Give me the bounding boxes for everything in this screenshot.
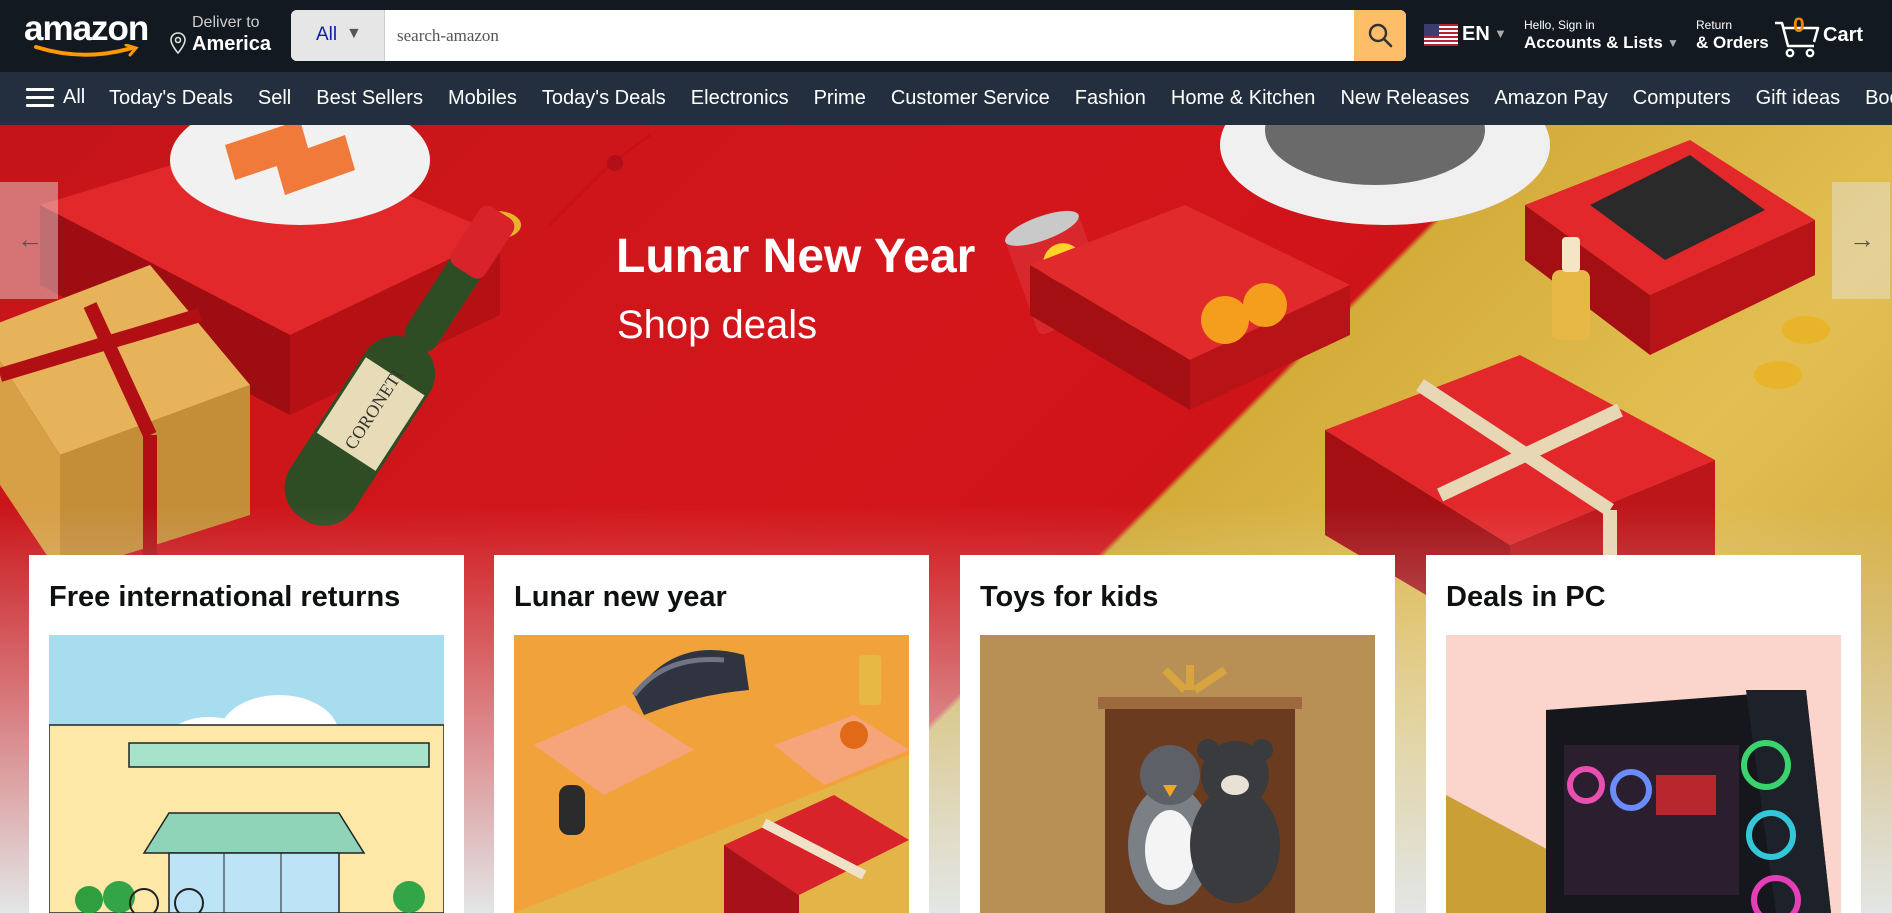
cart-count: 0 — [1793, 14, 1805, 37]
logo-text: amazon — [24, 9, 149, 48]
smile-arrow-icon — [34, 44, 139, 57]
card-deals-in-pc[interactable]: Deals in PC — [1426, 555, 1861, 913]
cart-label: Cart — [1823, 24, 1864, 46]
hero-subtitle[interactable]: Shop deals — [617, 303, 817, 348]
arrow-left-icon: ← — [17, 224, 43, 254]
returns-label: Return — [1696, 18, 1733, 32]
carousel-next-button[interactable]: → — [1832, 182, 1890, 299]
nav-item-prime[interactable]: Prime — [814, 87, 866, 110]
orders-label: & Orders — [1696, 33, 1769, 52]
nav-item-new-releases[interactable]: New Releases — [1340, 87, 1469, 110]
card-title[interactable]: Deals in PC — [1446, 581, 1606, 614]
storefront-image[interactable] — [49, 635, 444, 913]
search-button[interactable] — [1354, 10, 1406, 61]
nav-item-fashion[interactable]: Fashion — [1075, 87, 1146, 110]
nav-item-todays-deals[interactable]: Today's Deals — [109, 87, 233, 110]
nav-item-best-sellers[interactable]: Best Sellers — [316, 87, 423, 110]
card-lunar-new-year[interactable]: Lunar new year — [494, 555, 929, 913]
amazon-logo[interactable]: amazon — [24, 10, 154, 58]
toys-image[interactable] — [980, 635, 1375, 913]
search-icon — [1368, 23, 1393, 48]
nav-item-mobiles[interactable]: Mobiles — [448, 87, 517, 110]
main-nav: All Today's Deals Sell Best Sellers Mobi… — [0, 72, 1892, 125]
search-input[interactable] — [397, 10, 1297, 61]
account-menu[interactable]: Hello, Sign in Accounts & Lists ▼ — [1524, 16, 1684, 56]
nav-item-amazon-pay[interactable]: Amazon Pay — [1494, 87, 1607, 110]
nav-item-customer-service[interactable]: Customer Service — [891, 87, 1050, 110]
all-menu-label: All — [63, 86, 86, 108]
gaming-pc-image[interactable] — [1446, 635, 1841, 913]
nav-item-gift-ideas[interactable]: Gift ideas — [1756, 87, 1840, 110]
nav-item-computers[interactable]: Computers — [1633, 87, 1731, 110]
nav-item-sell[interactable]: Sell — [258, 87, 291, 110]
nav-item-electronics[interactable]: Electronics — [691, 87, 789, 110]
language-code: EN — [1462, 23, 1490, 45]
cart-button[interactable]: 0 Cart — [1774, 12, 1874, 60]
hamburger-menu-icon — [26, 87, 54, 109]
returns-orders[interactable]: Return & Orders — [1696, 16, 1776, 56]
search-category-label: All — [316, 24, 338, 45]
card-free-international-returns[interactable]: Free international returns — [29, 555, 464, 913]
card-toys-for-kids[interactable]: Toys for kids — [960, 555, 1395, 913]
language-dropdown-icon: ▼ — [1494, 26, 1507, 41]
search-bar: All ▼ — [291, 10, 1406, 61]
card-title[interactable]: Lunar new year — [514, 581, 727, 614]
nav-item-home-kitchen[interactable]: Home & Kitchen — [1171, 87, 1316, 110]
dropdown-arrow-icon: ▼ — [346, 25, 362, 42]
card-title[interactable]: Toys for kids — [980, 581, 1158, 614]
us-flag-icon — [1424, 24, 1458, 46]
nav-item-todays-deals-2[interactable]: Today's Deals — [542, 87, 666, 110]
deliver-label: Deliver to — [192, 14, 260, 31]
account-dropdown-icon: ▼ — [1667, 36, 1679, 50]
arrow-right-icon: → — [1849, 224, 1875, 254]
top-header: amazon Deliver to America All ▼ search-a… — [0, 0, 1892, 72]
search-category-dropdown[interactable]: All ▼ — [291, 10, 385, 61]
deliver-to[interactable]: Deliver to America — [170, 14, 280, 60]
account-greeting: Hello, Sign in — [1524, 18, 1595, 32]
language-selector[interactable]: EN ▼ — [1424, 22, 1507, 50]
hero-title: Lunar New Year — [616, 230, 976, 283]
nav-item-books[interactable]: Books — [1865, 87, 1892, 110]
lunar-gifts-image[interactable] — [514, 635, 909, 913]
deliver-location: America — [192, 33, 271, 55]
carousel-prev-button[interactable]: ← — [0, 182, 58, 299]
location-pin-icon — [170, 32, 186, 54]
account-label: Accounts & Lists — [1524, 33, 1663, 52]
nav-items: Today's Deals Sell Best Sellers Mobiles … — [109, 72, 1892, 125]
card-title[interactable]: Free international returns — [49, 581, 400, 614]
